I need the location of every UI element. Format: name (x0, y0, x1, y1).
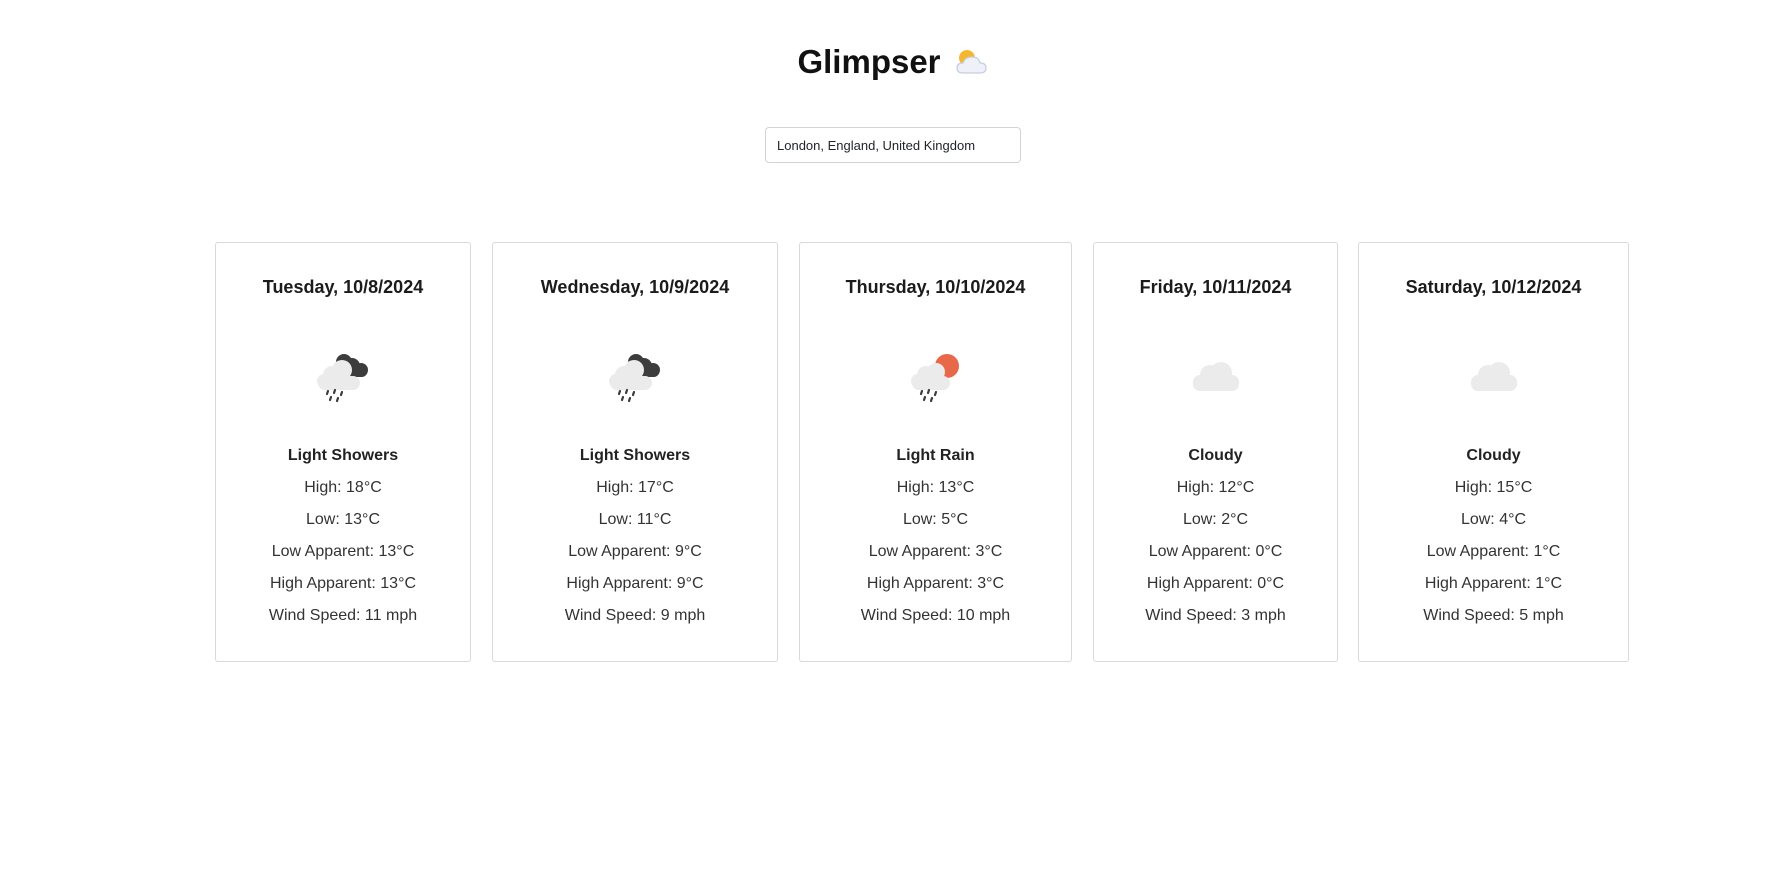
forecast-card: Thursday, 10/10/2024 Light Rain High: 13… (799, 242, 1072, 662)
forecast-low-apparent: Low Apparent: 1°C (1426, 543, 1561, 560)
forecast-high: High: 13°C (896, 479, 975, 496)
forecast-date: Thursday, 10/10/2024 (845, 277, 1026, 297)
sun-cloud-rain-icon (904, 345, 968, 405)
forecast-low-apparent: Low Apparent: 13°C (271, 543, 415, 560)
app-header: Glimpser (0, 40, 1786, 84)
forecast-condition: Light Rain (896, 447, 975, 464)
forecast-date: Saturday, 10/12/2024 (1405, 277, 1582, 297)
forecast-high-apparent: High Apparent: 9°C (566, 575, 704, 592)
forecast-card: Friday, 10/11/2024 Cloudy High: 12°C Low… (1093, 242, 1338, 662)
forecast-wind-speed: Wind Speed: 10 mph (860, 607, 1011, 624)
cloud-icon (1462, 345, 1526, 405)
location-search-input[interactable] (765, 127, 1021, 163)
forecast-high: High: 17°C (596, 479, 674, 496)
forecast-condition: Cloudy (1466, 447, 1521, 464)
forecast-wind-speed: Wind Speed: 5 mph (1423, 607, 1564, 624)
forecast-low-apparent: Low Apparent: 9°C (568, 543, 702, 560)
forecast-high-apparent: High Apparent: 0°C (1146, 575, 1285, 592)
forecast-low: Low: 13°C (306, 511, 380, 528)
forecast-card: Wednesday, 10/9/2024 Light Showers High:… (492, 242, 778, 662)
forecast-card: Saturday, 10/12/2024 Cloudy High: 15°C L… (1358, 242, 1629, 662)
forecast-low-apparent: Low Apparent: 3°C (868, 543, 1003, 560)
forecast-low: Low: 5°C (902, 511, 969, 528)
search-container (0, 127, 1786, 163)
forecast-date: Friday, 10/11/2024 (1139, 277, 1292, 297)
forecast-high: High: 12°C (1176, 479, 1255, 496)
forecast-low: Low: 4°C (1460, 511, 1527, 528)
forecast-date: Wednesday, 10/9/2024 (540, 277, 730, 297)
cloud-rain-showers-icon (603, 345, 667, 405)
forecast-high-apparent: High Apparent: 13°C (269, 575, 417, 592)
forecast-high-apparent: High Apparent: 3°C (866, 575, 1005, 592)
forecast-date: Tuesday, 10/8/2024 (262, 277, 424, 297)
cloud-rain-showers-icon (311, 345, 375, 405)
forecast-high-apparent: High Apparent: 1°C (1424, 575, 1563, 592)
forecast-condition: Light Showers (579, 447, 691, 464)
forecast-low-apparent: Low Apparent: 0°C (1148, 543, 1283, 560)
forecast-wind-speed: Wind Speed: 11 mph (268, 607, 418, 624)
sun-behind-cloud-icon (953, 46, 989, 78)
forecast-low: Low: 2°C (1182, 511, 1249, 528)
app-title: Glimpser (797, 43, 941, 80)
forecast-card: Tuesday, 10/8/2024 Light Showers High: 1… (215, 242, 471, 662)
forecast-condition: Cloudy (1188, 447, 1243, 464)
forecast-high: High: 18°C (304, 479, 382, 496)
forecast-high: High: 15°C (1454, 479, 1533, 496)
forecast-wind-speed: Wind Speed: 3 mph (1145, 607, 1286, 624)
forecast-condition: Light Showers (287, 447, 399, 464)
forecast-low: Low: 11°C (598, 511, 672, 528)
cloud-icon (1184, 345, 1248, 405)
forecast-list: Tuesday, 10/8/2024 Light Showers High: 1… (0, 242, 1786, 662)
forecast-wind-speed: Wind Speed: 9 mph (564, 607, 706, 624)
